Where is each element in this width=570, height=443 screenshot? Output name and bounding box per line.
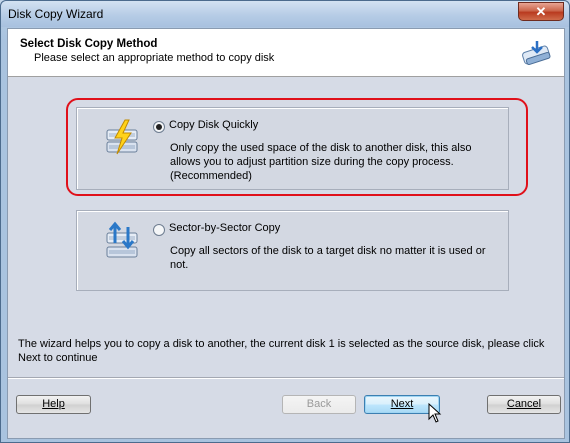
option-sector-by-sector-copy[interactable]: Sector-by-Sector Copy Copy all sectors o… bbox=[76, 210, 509, 291]
help-button-label: Help bbox=[42, 398, 65, 410]
cancel-button-label: Cancel bbox=[506, 398, 542, 410]
back-button-label: Back bbox=[306, 398, 332, 410]
back-button[interactable]: Back bbox=[282, 395, 356, 414]
wizard-client-area: Select Disk Copy Method Please select an… bbox=[7, 28, 565, 439]
disk-copy-icon bbox=[522, 41, 551, 66]
footer-divider bbox=[8, 377, 564, 379]
sector-copy-disk-icon bbox=[106, 221, 138, 258]
mouse-pointer-icon bbox=[428, 403, 442, 423]
option-label[interactable]: Sector-by-Sector Copy bbox=[169, 222, 280, 234]
disk-copy-wizard-window: Disk Copy Wizard ✕ Select Disk Copy Meth… bbox=[0, 0, 570, 443]
selection-highlight-annotation bbox=[66, 98, 528, 196]
wizard-info-text: The wizard helps you to copy a disk to a… bbox=[18, 338, 545, 364]
wizard-header: Select Disk Copy Method Please select an… bbox=[8, 29, 564, 77]
option-description: Copy all sectors of the disk to a target… bbox=[170, 245, 486, 271]
title-bar[interactable]: Disk Copy Wizard ✕ bbox=[1, 1, 569, 27]
window-title: Disk Copy Wizard bbox=[8, 7, 104, 21]
next-button-label: Next bbox=[390, 398, 414, 410]
help-button[interactable]: Help bbox=[16, 395, 91, 414]
close-button[interactable]: ✕ bbox=[518, 2, 564, 21]
radio-sector-by-sector-copy[interactable] bbox=[153, 224, 165, 236]
page-title: Select Disk Copy Method bbox=[20, 38, 158, 50]
page-subtitle: Please select an appropriate method to c… bbox=[34, 52, 275, 64]
cancel-button[interactable]: Cancel bbox=[487, 395, 561, 414]
